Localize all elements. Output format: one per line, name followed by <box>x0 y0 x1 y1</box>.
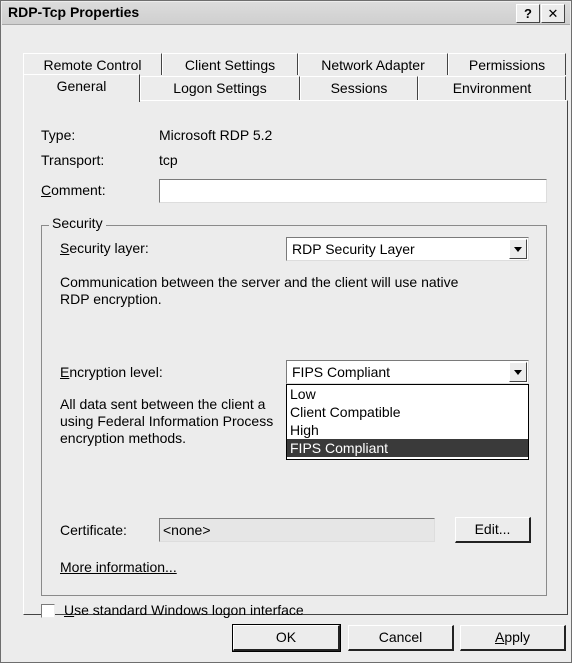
certificate-value: <none> <box>163 522 211 538</box>
properties-dialog: RDP-Tcp Properties ? ✕ Remote Control Cl… <box>0 0 572 663</box>
encryption-option-fips-compliant[interactable]: FIPS Compliant <box>287 439 528 457</box>
type-value: Microsoft RDP 5.2 <box>159 127 273 143</box>
standard-logon-label[interactable]: Use standard Windows logon interface <box>64 602 304 618</box>
encryption-level-label: Encryption level: <box>60 364 163 380</box>
cancel-button[interactable]: Cancel <box>348 625 454 651</box>
encryption-option-high[interactable]: High <box>287 421 528 439</box>
apply-button[interactable]: Apply <box>460 625 566 651</box>
encryption-description-2: using Federal Information Process <box>60 413 274 429</box>
close-icon: ✕ <box>547 6 559 21</box>
tab-logon-settings[interactable]: Logon Settings <box>140 76 300 101</box>
encryption-level-select[interactable]: FIPS Compliant <box>286 360 529 384</box>
security-layer-label: Security layer: <box>60 240 149 256</box>
transport-label: Transport: <box>41 152 105 168</box>
security-layer-text: ecurity layer: <box>69 240 149 256</box>
certificate-label: Certificate: <box>60 522 127 538</box>
security-layer-select[interactable]: RDP Security Layer <box>286 237 529 261</box>
security-layer-description-1: Communication between the server and the… <box>60 274 459 290</box>
encryption-level-dropdown-list[interactable]: Low Client Compatible High FIPS Complian… <box>286 384 529 460</box>
close-button[interactable]: ✕ <box>541 4 565 23</box>
encryption-description-3: encryption methods. <box>60 430 187 446</box>
standard-logon-accel: U <box>64 602 75 618</box>
window-title: RDP-Tcp Properties <box>8 4 140 20</box>
standard-logon-checkbox[interactable] <box>41 604 55 618</box>
comment-label-accel: C <box>41 182 52 198</box>
transport-value: tcp <box>159 152 178 168</box>
apply-text: pply <box>504 629 531 645</box>
standard-logon-text: se standard Windows logon interface <box>74 602 304 618</box>
tab-permissions[interactable]: Permissions <box>448 53 566 75</box>
certificate-field: <none> <box>159 518 435 542</box>
tab-environment[interactable]: Environment <box>418 76 566 101</box>
comment-input[interactable] <box>159 179 547 203</box>
encryption-option-low[interactable]: Low <box>287 385 528 403</box>
security-layer-accel: S <box>60 240 70 256</box>
chevron-down-icon[interactable] <box>509 362 527 382</box>
edit-button[interactable]: Edit... <box>455 517 531 543</box>
encryption-option-client-compatible[interactable]: Client Compatible <box>287 403 528 421</box>
security-layer-value: RDP Security Layer <box>292 241 415 257</box>
tab-general[interactable]: General <box>23 74 140 102</box>
encryption-description-1: All data sent between the client a <box>60 396 266 412</box>
encryption-level-text: ncryption level: <box>69 364 163 380</box>
more-information-link[interactable]: More information... <box>60 559 177 575</box>
tab-remote-control[interactable]: Remote Control <box>23 53 162 75</box>
encryption-level-accel: E <box>60 364 70 380</box>
tab-sessions[interactable]: Sessions <box>300 76 418 101</box>
ok-button[interactable]: OK <box>232 624 341 652</box>
apply-accel: A <box>494 629 505 645</box>
security-group-label: Security <box>49 215 106 231</box>
title-bar[interactable]: RDP-Tcp Properties ? ✕ <box>2 2 570 25</box>
type-label: Type: <box>41 127 76 143</box>
tab-client-settings[interactable]: Client Settings <box>162 53 298 75</box>
security-layer-description-2: RDP encryption. <box>60 291 162 307</box>
tab-network-adapter[interactable]: Network Adapter <box>298 53 448 75</box>
chevron-down-icon[interactable] <box>509 239 527 259</box>
comment-label: Comment: <box>41 182 106 198</box>
help-button[interactable]: ? <box>516 4 540 23</box>
encryption-level-value: FIPS Compliant <box>292 364 391 380</box>
comment-label-text: omment: <box>51 182 106 198</box>
